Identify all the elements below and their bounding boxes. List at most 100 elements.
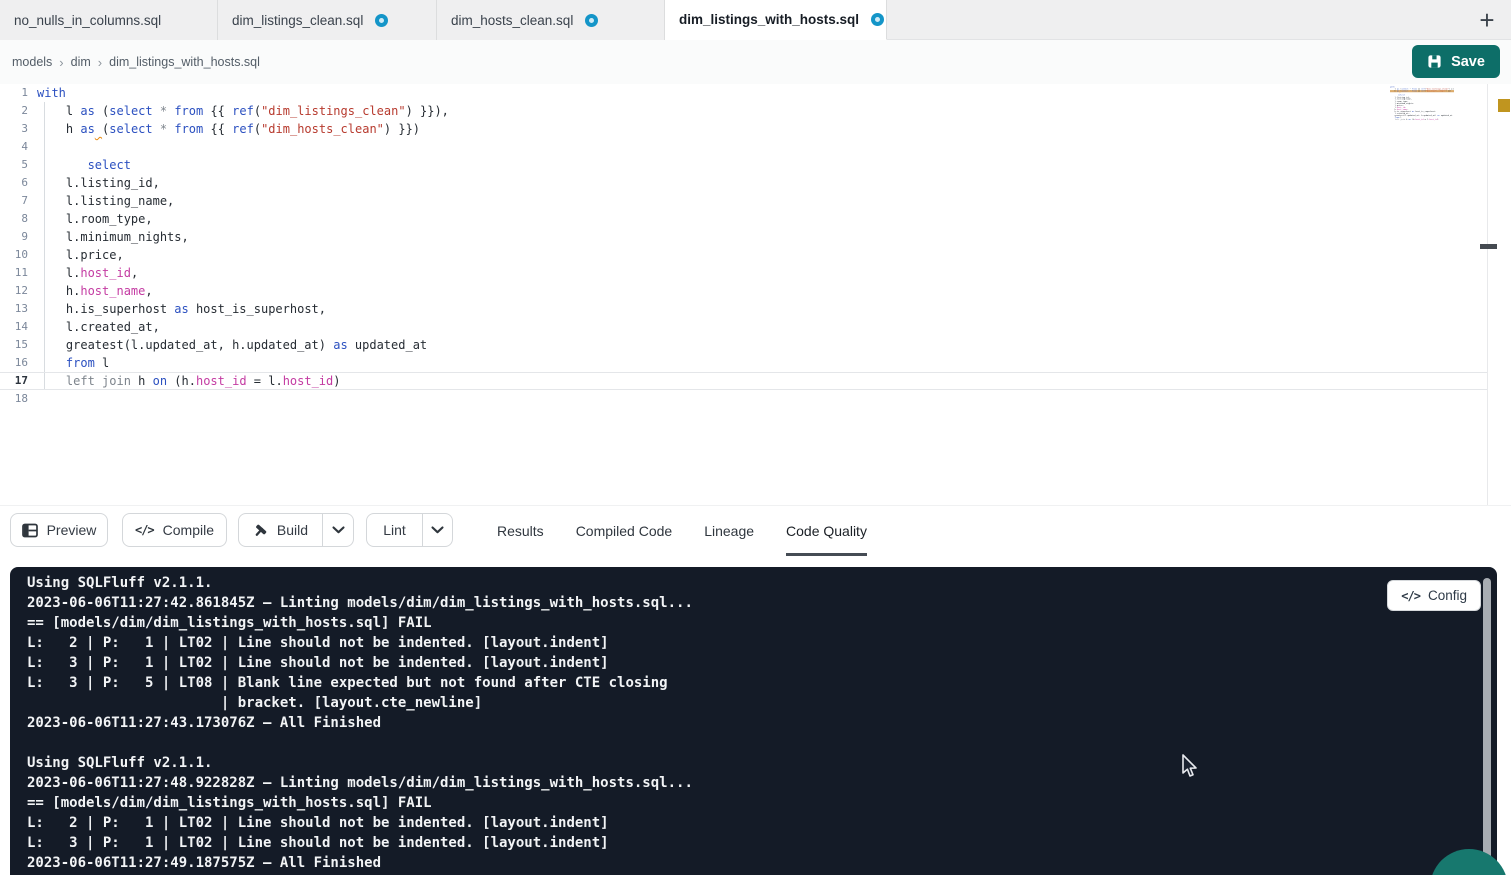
- line-number: 7: [0, 192, 28, 210]
- line-number: 15: [0, 336, 28, 354]
- terminal-line: L: 3 | P: 1 | LT02 | Line should not be …: [27, 653, 1457, 673]
- terminal-line: == [models/dim/dim_listings_with_hosts.s…: [27, 613, 1457, 633]
- file-tab-bar: no_nulls_in_columns.sql dim_listings_cle…: [0, 0, 1511, 40]
- lint-button[interactable]: Lint: [367, 514, 423, 546]
- code-line-18[interactable]: 18: [0, 390, 1487, 408]
- line-number: 10: [0, 246, 28, 264]
- line-number: 14: [0, 318, 28, 336]
- compile-button[interactable]: </> Compile: [122, 513, 227, 547]
- action-toolbar: Preview </> Compile Build: [0, 505, 1511, 555]
- code-line-3[interactable]: 3 h as (select * from {{ ref("dim_hosts_…: [0, 120, 1487, 138]
- build-dropdown-button[interactable]: [323, 514, 353, 546]
- unsaved-changes-icon: [375, 14, 388, 27]
- code-line-6[interactable]: 6 l.listing_id,: [0, 174, 1487, 192]
- editor-scrollbar-track[interactable]: [1487, 84, 1488, 505]
- code-line-5[interactable]: 5 select: [0, 156, 1487, 174]
- terminal-line: Using SQLFluff v2.1.1.: [27, 573, 1457, 593]
- code-line-15[interactable]: 15 greatest(l.updated_at, h.updated_at) …: [0, 336, 1487, 354]
- terminal-line: 2023-06-06T11:27:48.922828Z — Linting mo…: [27, 773, 1457, 793]
- overview-ruler-scroll-marker[interactable]: [1480, 244, 1497, 249]
- breadcrumb-models[interactable]: models: [12, 55, 52, 69]
- file-tab-dim-listings-clean[interactable]: dim_listings_clean.sql: [218, 0, 437, 40]
- terminal-line: 2023-06-06T11:27:42.861845Z — Linting mo…: [27, 593, 1457, 613]
- preview-button[interactable]: Preview: [10, 513, 108, 547]
- line-number: 3: [0, 120, 28, 138]
- code-line-16[interactable]: 16 from l: [0, 354, 1487, 372]
- line-number: 1: [0, 84, 28, 102]
- build-split-button: Build: [238, 513, 354, 547]
- line-number: 17: [0, 373, 28, 389]
- line-number: 18: [0, 390, 28, 408]
- tab-results[interactable]: Results: [497, 506, 544, 556]
- chevron-right-icon: ›: [98, 55, 102, 70]
- file-tab-label: no_nulls_in_columns.sql: [14, 13, 161, 28]
- breadcrumb: models › dim › dim_listings_with_hosts.s…: [12, 40, 260, 84]
- code-line-8[interactable]: 8 l.room_type,: [0, 210, 1487, 228]
- code-line-9[interactable]: 9 l.minimum_nights,: [0, 228, 1487, 246]
- code-line-7[interactable]: 7 l.listing_name,: [0, 192, 1487, 210]
- breadcrumb-bar: models › dim › dim_listings_with_hosts.s…: [0, 40, 1511, 84]
- line-number: 9: [0, 228, 28, 246]
- code-line-17[interactable]: 17 left join h on (h.host_id = l.host_id…: [0, 372, 1487, 390]
- file-tab-label: dim_listings_clean.sql: [232, 13, 363, 28]
- unsaved-changes-icon: [585, 14, 598, 27]
- tab-bar-spacer: [887, 0, 1463, 39]
- tab-code-quality[interactable]: Code Quality: [786, 506, 867, 556]
- table-icon: [22, 523, 38, 538]
- build-button[interactable]: Build: [239, 514, 323, 546]
- line-number: 13: [0, 300, 28, 318]
- code-line-13[interactable]: 13 h.is_superhost as host_is_superhost,: [0, 300, 1487, 318]
- minimap[interactable]: with l as (select * from {{ ref("dim_lis…: [1390, 86, 1454, 206]
- preview-button-label: Preview: [47, 522, 97, 538]
- hammer-icon: [253, 523, 268, 538]
- terminal-output: Using SQLFluff v2.1.1.2023-06-06T11:27:4…: [27, 573, 1457, 873]
- file-tab-dim-listings-with-hosts[interactable]: dim_listings_with_hosts.sql: [665, 0, 887, 40]
- line-number: 16: [0, 354, 28, 372]
- code-brackets-icon: </>: [135, 523, 154, 537]
- chevron-down-icon: [332, 526, 345, 534]
- line-number: 6: [0, 174, 28, 192]
- new-tab-button[interactable]: +: [1463, 0, 1511, 40]
- terminal-line: [27, 733, 1457, 753]
- code-line-4[interactable]: 4: [0, 138, 1487, 156]
- lint-terminal-panel[interactable]: Using SQLFluff v2.1.1.2023-06-06T11:27:4…: [10, 567, 1497, 875]
- terminal-scrollbar-thumb[interactable]: [1483, 578, 1491, 875]
- config-button[interactable]: </> Config: [1387, 580, 1481, 611]
- save-button-label: Save: [1451, 54, 1485, 70]
- lint-dropdown-button[interactable]: [423, 514, 452, 546]
- code-line-10[interactable]: 10 l.price,: [0, 246, 1487, 264]
- file-tab-label: dim_listings_with_hosts.sql: [679, 12, 859, 27]
- code-line-2[interactable]: 2 l as (select * from {{ ref("dim_listin…: [0, 102, 1487, 120]
- lint-button-label: Lint: [383, 522, 406, 538]
- code-line-14[interactable]: 14 l.created_at,: [0, 318, 1487, 336]
- floppy-disk-icon: [1427, 54, 1442, 69]
- plus-icon: +: [1479, 5, 1494, 36]
- overview-ruler-warning-marker[interactable]: [1498, 99, 1510, 112]
- breadcrumb-file[interactable]: dim_listings_with_hosts.sql: [109, 55, 260, 69]
- line-number: 8: [0, 210, 28, 228]
- sql-code-editor[interactable]: 1with2 l as (select * from {{ ref("dim_l…: [0, 84, 1511, 505]
- terminal-line: L: 3 | P: 5 | LT08 | Blank line expected…: [27, 673, 1457, 693]
- line-number: 4: [0, 138, 28, 156]
- compile-button-label: Compile: [163, 522, 214, 538]
- file-tab-dim-hosts-clean[interactable]: dim_hosts_clean.sql: [437, 0, 665, 40]
- code-line-12[interactable]: 12 h.host_name,: [0, 282, 1487, 300]
- tab-lineage[interactable]: Lineage: [704, 506, 754, 556]
- code-line-11[interactable]: 11 l.host_id,: [0, 264, 1487, 282]
- line-number: 12: [0, 282, 28, 300]
- chevron-right-icon: ›: [59, 55, 63, 70]
- code-brackets-icon: </>: [1401, 589, 1420, 603]
- lint-split-button: Lint: [366, 513, 453, 547]
- code-line-1[interactable]: 1with: [0, 84, 1487, 102]
- file-tab-label: dim_hosts_clean.sql: [451, 13, 573, 28]
- line-number: 11: [0, 264, 28, 282]
- save-button[interactable]: Save: [1412, 45, 1500, 78]
- code-lines: 1with2 l as (select * from {{ ref("dim_l…: [0, 84, 1487, 408]
- terminal-line: == [models/dim/dim_listings_with_hosts.s…: [27, 793, 1457, 813]
- tab-compiled-code[interactable]: Compiled Code: [576, 506, 673, 556]
- terminal-line: 2023-06-06T11:27:43.173076Z — All Finish…: [27, 713, 1457, 733]
- file-tab-no-nulls-in-columns[interactable]: no_nulls_in_columns.sql: [0, 0, 218, 40]
- line-number: 5: [0, 156, 28, 174]
- terminal-line: L: 2 | P: 1 | LT02 | Line should not be …: [27, 813, 1457, 833]
- breadcrumb-dim[interactable]: dim: [71, 55, 91, 69]
